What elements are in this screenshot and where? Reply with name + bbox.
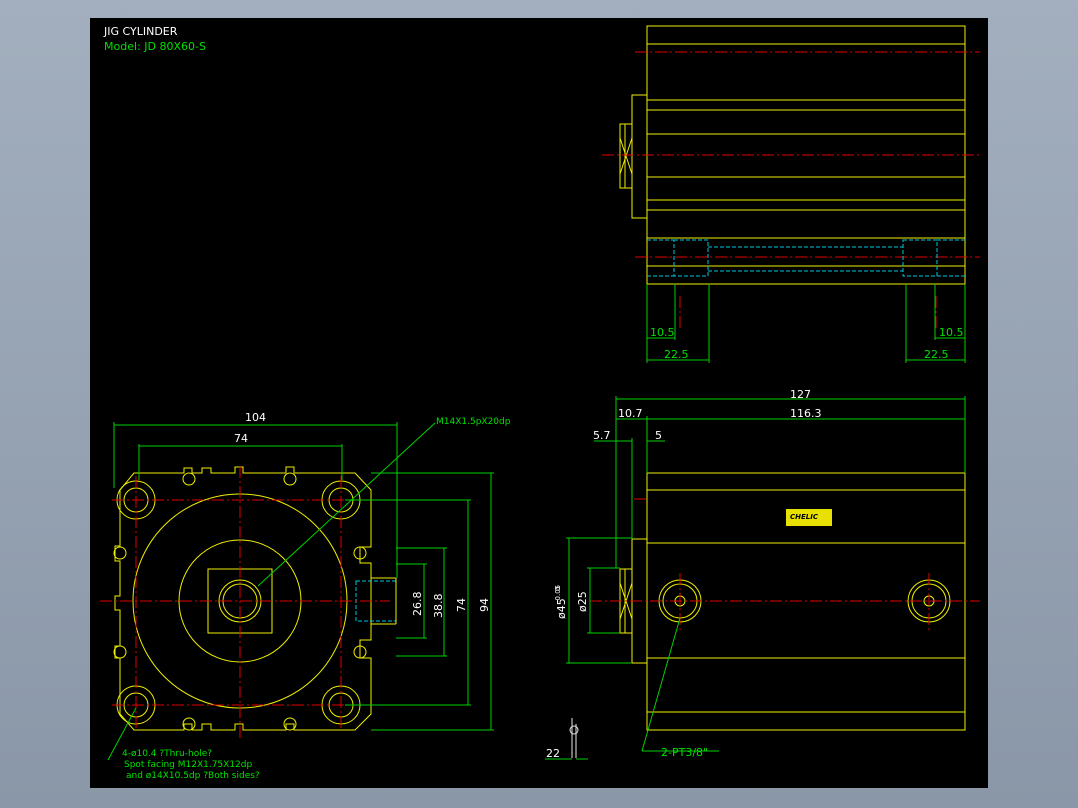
- holes-note-line1: 4-ø10.4 ?Thru-hole?: [122, 749, 212, 759]
- dim-side-5: 5: [655, 429, 662, 442]
- dim-side-total: 127: [790, 388, 811, 401]
- side-view: [545, 396, 980, 760]
- dim-top-left-22: 22.5: [664, 348, 689, 361]
- dim-top-right-10: 10.5: [939, 326, 964, 339]
- dim-port-26: 26.8: [411, 592, 424, 617]
- dim-front-height: 94: [478, 598, 491, 612]
- dim-front-hole-pitch: 74: [234, 432, 248, 445]
- dim-port-38: 38.8: [432, 594, 445, 619]
- holes-note-line3: and ø14X10.5dp ?Both sides?: [126, 771, 260, 781]
- dim-side-22: 22: [546, 747, 560, 760]
- brand-plate-label: CHELIC: [790, 513, 819, 521]
- dim-side-10: 10.7: [618, 407, 643, 420]
- dim-top-left-10: 10.5: [650, 326, 675, 339]
- dim-top-right-22: 22.5: [924, 348, 949, 361]
- dim-front-width: 104: [245, 411, 266, 424]
- drawing-sheet: JIG CYLINDER Model: JD 80X60-S 10.5 10.5…: [100, 25, 980, 781]
- dim-side-body: 116.3: [790, 407, 822, 420]
- rod-thread-callout: M14X1.5pX20dp: [436, 417, 511, 427]
- model-label: Model: JD 80X60-S: [104, 40, 206, 53]
- dim-side-dia25: ø25: [576, 591, 589, 612]
- port-spec-callout: 2-PT3/8": [661, 746, 708, 759]
- front-view: [100, 422, 494, 761]
- holes-note-line2: Spot facing M12X1.75X12dp: [124, 760, 252, 770]
- top-view: [602, 25, 980, 363]
- dim-side-57: 5.7: [593, 429, 611, 442]
- dim-side-tol0: 0: [554, 587, 562, 591]
- cad-canvas[interactable]: JIG CYLINDER Model: JD 80X60-S 10.5 10.5…: [90, 18, 988, 788]
- dim-front-hole-pitch-v: 74: [455, 598, 468, 612]
- drawing-title: JIG CYLINDER: [103, 25, 178, 38]
